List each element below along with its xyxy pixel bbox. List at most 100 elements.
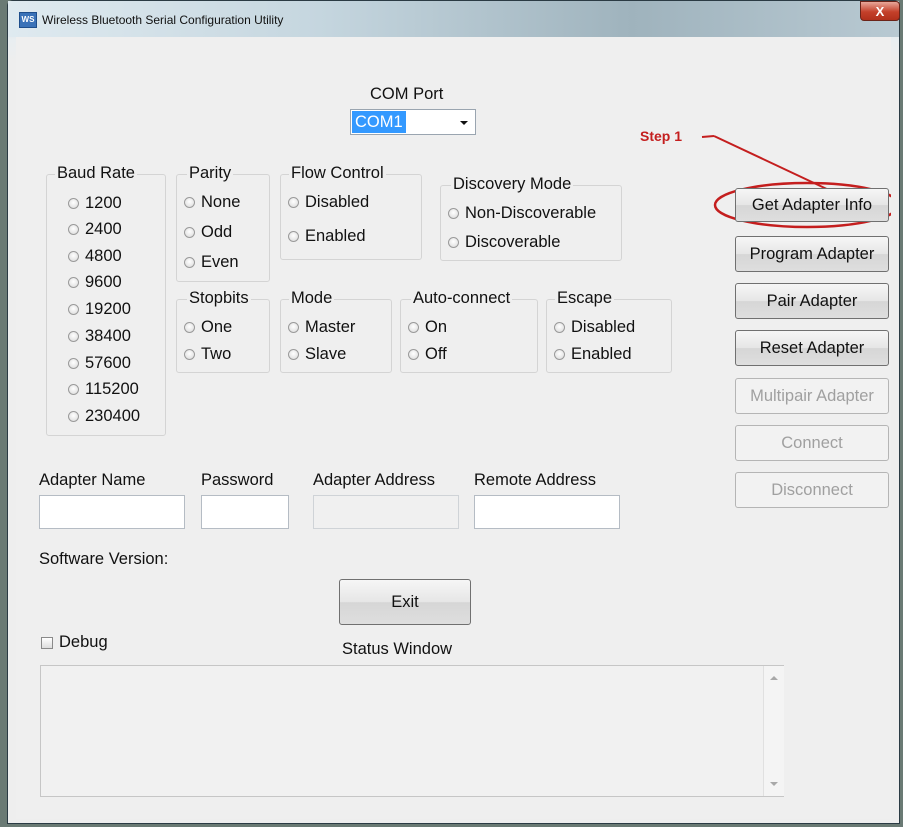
- auto-connect-on-radio[interactable]: On: [408, 318, 447, 337]
- non-discoverable-radio[interactable]: Non-Discoverable: [448, 204, 596, 223]
- radio-label: 9600: [85, 273, 122, 291]
- exit-button[interactable]: Exit: [339, 579, 471, 625]
- remote-address-input[interactable]: [474, 495, 620, 529]
- radio-label: Off: [425, 345, 447, 363]
- radio-dot: [184, 197, 195, 208]
- title-bar[interactable]: WS Wireless Bluetooth Serial Configurati…: [8, 1, 900, 37]
- scroll-down-icon[interactable]: [770, 782, 778, 786]
- radio-label: Enabled: [305, 227, 366, 245]
- flow-disabled-radio[interactable]: Disabled: [288, 193, 369, 212]
- checkbox-box: [41, 636, 53, 649]
- escape-disabled-radio[interactable]: Disabled: [554, 318, 635, 337]
- status-window-label: Status Window: [342, 640, 453, 658]
- password-label: Password: [201, 471, 274, 489]
- window-title: Wireless Bluetooth Serial Configuration …: [42, 13, 284, 27]
- adapter-address-label: Adapter Address: [313, 471, 435, 489]
- multipair-adapter-button[interactable]: Multipair Adapter: [735, 378, 889, 414]
- scroll-up-icon[interactable]: [770, 676, 778, 680]
- mode-master-radio[interactable]: Master: [288, 318, 355, 337]
- radio-dot: [68, 331, 79, 342]
- radio-dot: [68, 411, 79, 422]
- radio-label: Slave: [305, 345, 347, 363]
- radio-dot: [554, 322, 565, 333]
- baud-1200-radio[interactable]: 1200: [68, 194, 122, 213]
- software-version-label: Software Version:: [39, 550, 169, 568]
- baud-9600-radio[interactable]: 9600: [68, 273, 122, 292]
- radio-dot: [448, 237, 459, 248]
- baud-4800-radio[interactable]: 4800: [68, 247, 122, 266]
- debug-checkbox[interactable]: Debug: [41, 633, 108, 652]
- radio-dot: [68, 304, 79, 315]
- parity-title: Parity: [187, 164, 234, 183]
- baud-115200-radio[interactable]: 115200: [68, 380, 139, 399]
- step-annotation: Step 1: [640, 128, 683, 144]
- stopbits-two-radio[interactable]: Two: [184, 345, 231, 364]
- parity-odd-radio[interactable]: Odd: [184, 223, 232, 242]
- radio-dot: [68, 384, 79, 395]
- radio-dot: [288, 322, 299, 333]
- radio-dot: [184, 257, 195, 268]
- radio-label: On: [425, 318, 448, 336]
- radio-dot: [288, 349, 299, 360]
- password-input[interactable]: [201, 495, 289, 529]
- baud-19200-radio[interactable]: 19200: [68, 300, 131, 319]
- baud-230400-radio[interactable]: 230400: [68, 407, 140, 426]
- radio-dot: [68, 224, 79, 235]
- radio-label: None: [201, 193, 241, 211]
- radio-label: Odd: [201, 223, 233, 241]
- chevron-down-icon: [460, 121, 468, 125]
- adapter-name-label: Adapter Name: [39, 471, 146, 489]
- stopbits-one-radio[interactable]: One: [184, 318, 232, 337]
- radio-label: 38400: [85, 327, 131, 345]
- baud-rate-title: Baud Rate: [55, 164, 137, 183]
- pair-adapter-button[interactable]: Pair Adapter: [735, 283, 889, 319]
- client-area: COM Port COM1 Step 1 Baud Rate 1200 2400…: [16, 37, 891, 819]
- program-adapter-button[interactable]: Program Adapter: [735, 236, 889, 272]
- flow-enabled-radio[interactable]: Enabled: [288, 227, 366, 246]
- scrollbar[interactable]: [763, 666, 784, 796]
- parity-none-radio[interactable]: None: [184, 193, 240, 212]
- parity-even-radio[interactable]: Even: [184, 253, 239, 272]
- discovery-mode-title: Discovery Mode: [451, 175, 574, 194]
- baud-38400-radio[interactable]: 38400: [68, 327, 131, 346]
- radio-dot: [408, 349, 419, 360]
- flow-control-group: Flow Control: [280, 164, 422, 260]
- remote-address-label: Remote Address: [474, 471, 596, 489]
- com-port-value: COM1: [352, 111, 406, 133]
- radio-dot: [408, 322, 419, 333]
- disconnect-button[interactable]: Disconnect: [735, 472, 889, 508]
- flow-control-title: Flow Control: [289, 164, 386, 183]
- adapter-name-input[interactable]: [39, 495, 185, 529]
- close-button[interactable]: X: [860, 1, 900, 21]
- radio-dot: [448, 208, 459, 219]
- radio-label: Discoverable: [465, 233, 561, 251]
- auto-connect-title: Auto-connect: [411, 289, 513, 308]
- radio-label: Disabled: [571, 318, 636, 336]
- radio-label: One: [201, 318, 233, 336]
- escape-title: Escape: [555, 289, 615, 308]
- auto-connect-off-radio[interactable]: Off: [408, 345, 447, 364]
- escape-enabled-radio[interactable]: Enabled: [554, 345, 632, 364]
- app-window: WS Wireless Bluetooth Serial Configurati…: [7, 0, 900, 824]
- radio-dot: [184, 349, 195, 360]
- discoverable-radio[interactable]: Discoverable: [448, 233, 560, 252]
- radio-dot: [554, 349, 565, 360]
- app-icon: WS: [19, 12, 37, 28]
- radio-dot: [68, 358, 79, 369]
- radio-dot: [288, 231, 299, 242]
- reset-adapter-button[interactable]: Reset Adapter: [735, 330, 889, 366]
- baud-2400-radio[interactable]: 2400: [68, 220, 122, 239]
- adapter-address-input[interactable]: [313, 495, 459, 529]
- com-port-select[interactable]: COM1: [350, 109, 476, 135]
- baud-57600-radio[interactable]: 57600: [68, 354, 131, 373]
- radio-label: 115200: [85, 380, 139, 398]
- status-window[interactable]: [40, 665, 784, 797]
- get-adapter-info-button[interactable]: Get Adapter Info: [735, 188, 889, 222]
- mode-slave-radio[interactable]: Slave: [288, 345, 346, 364]
- radio-label: 19200: [85, 300, 131, 318]
- connect-button[interactable]: Connect: [735, 425, 889, 461]
- radio-label: Two: [201, 345, 232, 363]
- debug-label: Debug: [59, 633, 108, 651]
- radio-label: 1200: [85, 194, 122, 212]
- radio-label: 2400: [85, 220, 122, 238]
